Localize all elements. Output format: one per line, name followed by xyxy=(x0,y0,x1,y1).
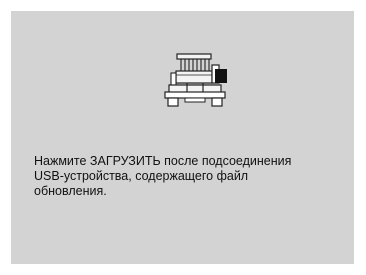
message-line-3: обновления. xyxy=(34,184,107,198)
update-instruction-text: Нажмите ЗАГРУЗИТЬ после подсоединения US… xyxy=(34,154,344,199)
embroidery-machine-icon xyxy=(164,53,227,107)
message-line-1: Нажмите ЗАГРУЗИТЬ после подсоединения xyxy=(34,154,292,168)
message-line-2: USB-устройства, содержащего файл xyxy=(34,169,249,183)
update-screen: Нажмите ЗАГРУЗИТЬ после подсоединения US… xyxy=(11,11,354,264)
